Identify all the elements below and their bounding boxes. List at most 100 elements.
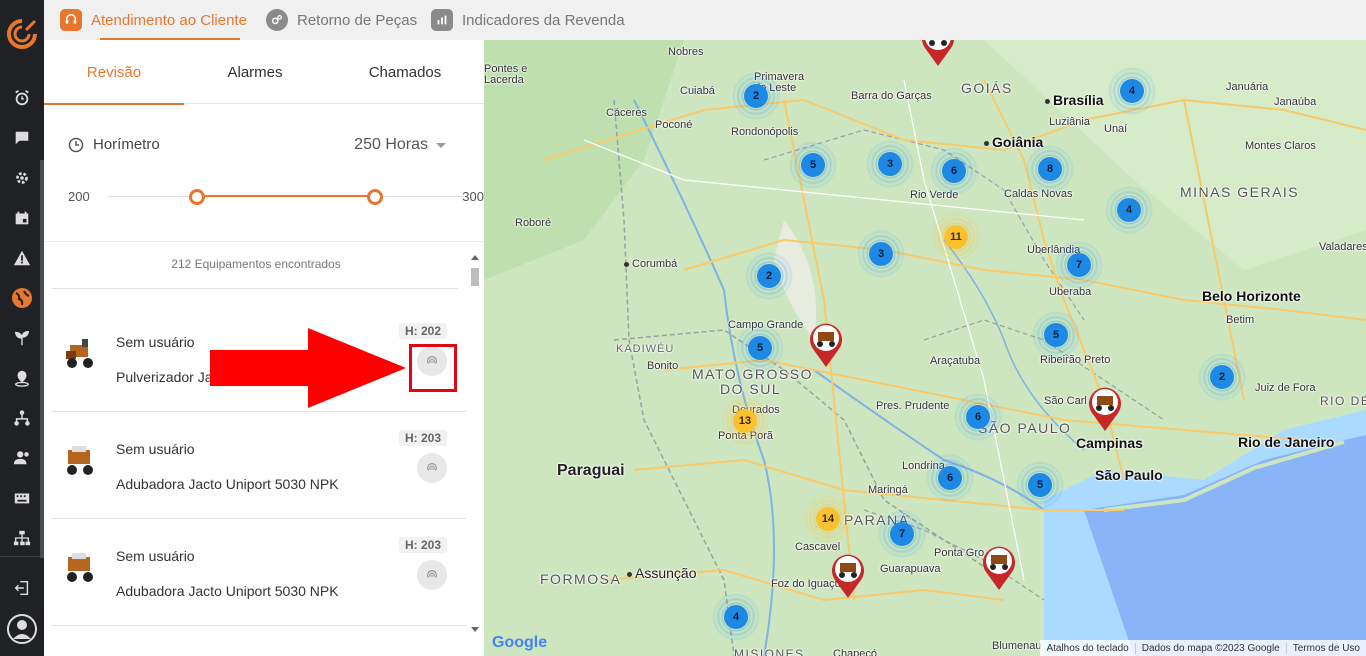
map-label: Maringá — [868, 484, 908, 496]
map-cluster[interactable]: 3 — [857, 230, 905, 278]
map-label: Poconé — [655, 119, 693, 131]
list-scrollbar[interactable] — [468, 252, 482, 632]
horimetro-label: Horímetro — [93, 136, 160, 153]
globe-icon[interactable] — [8, 284, 36, 312]
slider-selected-range — [197, 195, 375, 197]
map-label: GOIÁS — [961, 80, 1013, 96]
list-item[interactable]: Sem usuário Adubadora Jacto Uniport 5030… — [52, 519, 467, 626]
map-label: Belo Horizonte — [1202, 288, 1301, 304]
caret-down-icon — [436, 142, 446, 148]
map-cluster[interactable]: 6 — [930, 147, 978, 195]
map-cluster[interactable]: 5 — [1016, 461, 1064, 509]
equipment-map[interactable]: GOIÁS Brasília Goiânia MINAS GERAIS Belo… — [484, 40, 1366, 656]
map-cluster[interactable]: 4 — [712, 593, 760, 641]
calendar-icon[interactable] — [8, 204, 36, 232]
google-logo: Google — [492, 634, 548, 651]
scroll-down-arrow[interactable] — [471, 627, 479, 632]
org-chart-icon[interactable] — [8, 524, 36, 552]
chat-icon[interactable] — [8, 124, 36, 152]
slider-high-handle[interactable] — [367, 189, 383, 205]
rail-divider — [0, 556, 44, 557]
signal-icon[interactable] — [417, 453, 447, 483]
map-label: Cáceres — [606, 107, 647, 119]
map-label: Chapecó — [833, 648, 878, 656]
map-label: Valadares — [1319, 241, 1366, 253]
hierarchy-icon[interactable] — [8, 404, 36, 432]
tab-atendimento-cliente[interactable]: Atendimento ao Cliente — [60, 0, 247, 40]
map-cluster[interactable]: 3 — [866, 140, 914, 188]
map-cluster[interactable]: 2 — [1198, 353, 1246, 401]
user-avatar-icon[interactable] — [6, 613, 38, 645]
map-cluster[interactable]: 14 — [804, 495, 852, 543]
brand-logo[interactable] — [6, 18, 38, 50]
map-label: Cuiabá — [680, 85, 715, 97]
scroll-up-arrow[interactable] — [471, 255, 479, 260]
map-label: FORMOSA — [540, 571, 622, 587]
map-cluster[interactable]: 2 — [732, 72, 780, 120]
equipment-map-pin[interactable] — [980, 544, 1018, 592]
tab-revisao[interactable]: Revisão — [44, 40, 184, 105]
terms-link[interactable]: Termos de Uso — [1285, 642, 1366, 654]
divider — [44, 241, 484, 242]
equipment-map-pin[interactable] — [829, 552, 867, 600]
tab-indicadores-revenda[interactable]: Indicadores da Revenda — [431, 0, 625, 40]
logout-icon[interactable] — [8, 574, 36, 602]
tab-label: Retorno de Peças — [297, 11, 418, 29]
map-label: Goiânia — [984, 134, 1043, 150]
keyboard-icon[interactable] — [8, 484, 36, 512]
map-cluster[interactable]: 7 — [1055, 241, 1103, 289]
tab-retorno-pecas[interactable]: Retorno de Peças — [266, 0, 417, 40]
map-cluster[interactable]: 11 — [932, 213, 980, 261]
list-item[interactable]: Sem usuário Adubadora Jacto Uniport 5030… — [52, 412, 467, 519]
map-label: Guarapuava — [880, 563, 941, 575]
tab-chamados[interactable]: Chamados — [326, 40, 484, 104]
signal-icon[interactable] — [417, 560, 447, 590]
map-cluster[interactable]: 13 — [721, 397, 769, 445]
map-cluster[interactable]: 6 — [926, 454, 974, 502]
map-label: Campinas — [1076, 435, 1143, 451]
map-label: Juiz de Fora — [1255, 382, 1316, 394]
map-label: Ponta Gro — [934, 547, 985, 559]
clock-icon — [68, 137, 84, 152]
map-label: Araçatuba — [930, 355, 981, 367]
map-cluster[interactable]: 5 — [1032, 311, 1080, 359]
scroll-thumb[interactable] — [471, 268, 479, 286]
settings-gear-icon[interactable] — [8, 164, 36, 192]
keyboard-shortcuts-link[interactable]: Atalhos do teclado — [1040, 643, 1134, 654]
users-icon[interactable] — [8, 444, 36, 472]
equipment-model: Adubadora Jacto Uniport 5030 NPK — [116, 476, 339, 492]
map-cluster[interactable]: 8 — [1026, 145, 1074, 193]
horimetro-label-group: Horímetro — [68, 136, 160, 153]
hours-range-slider[interactable]: 200 300 — [68, 186, 484, 206]
equipment-map-pin[interactable] — [1086, 385, 1124, 433]
alarm-clock-icon[interactable] — [8, 84, 36, 112]
map-label: RIO DE JANEIRO — [1320, 394, 1366, 408]
map-cluster[interactable]: 6 — [954, 393, 1002, 441]
warning-icon[interactable] — [8, 244, 36, 272]
map-cluster[interactable]: 7 — [878, 510, 926, 558]
map-cluster[interactable]: 2 — [745, 252, 793, 300]
map-cluster[interactable]: 5 — [789, 141, 837, 189]
equipment-map-pin[interactable] — [919, 40, 957, 68]
top-navigation: Atendimento ao Cliente Retorno de Peças … — [44, 0, 1366, 40]
equipment-map-pin[interactable] — [807, 321, 845, 369]
map-label: DO SUL — [720, 381, 782, 397]
hours-badge: H: 203 — [398, 430, 447, 446]
headset-icon — [60, 9, 82, 31]
map-label: Betim — [1226, 314, 1255, 326]
map-label: Luziânia — [1049, 116, 1090, 128]
horimetro-select[interactable]: 250 Horas — [354, 136, 446, 154]
map-pin-icon[interactable] — [8, 364, 36, 392]
map-label: Bonito — [647, 360, 679, 372]
slider-low-handle[interactable] — [189, 189, 205, 205]
map-label: Corumbá — [624, 258, 677, 270]
map-cluster[interactable]: 4 — [1105, 186, 1153, 234]
slider-min-label: 200 — [68, 189, 90, 204]
map-label: KADIWÉU — [616, 343, 675, 355]
tab-alarmes[interactable]: Alarmes — [184, 40, 326, 104]
map-cluster[interactable]: 4 — [1108, 67, 1156, 115]
plant-icon[interactable] — [8, 324, 36, 352]
annotation-highlight-box — [409, 344, 457, 392]
map-cluster[interactable]: 5 — [736, 324, 784, 372]
tab-label: Indicadores da Revenda — [462, 11, 625, 29]
